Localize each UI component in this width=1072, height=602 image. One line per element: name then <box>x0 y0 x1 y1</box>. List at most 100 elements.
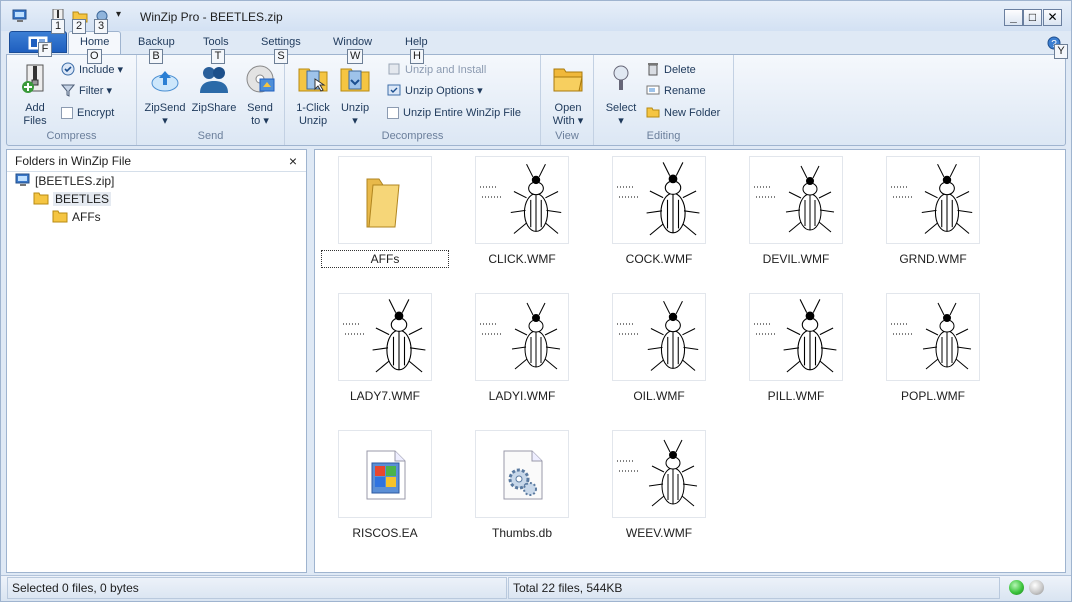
tree-item-beetles-label: BEETLES <box>53 192 112 206</box>
app-icon[interactable] <box>12 9 28 23</box>
file-thumbnail[interactable] <box>475 293 569 381</box>
close-button[interactable]: ✕ <box>1043 9 1062 26</box>
zipsend-button[interactable]: ZipSend ▾ <box>143 63 187 128</box>
window-title: WinZip Pro - BEETLES.zip <box>140 10 283 24</box>
zipsend-dropdown-icon[interactable]: ▾ <box>143 115 187 128</box>
tree-item-affs[interactable]: AFFs <box>52 208 101 226</box>
encrypt-checkbox-box[interactable] <box>61 107 73 119</box>
beetle-thumbnail-image <box>617 300 699 371</box>
tree-item-affs-label: AFFs <box>72 210 101 224</box>
status-led-gray <box>1029 580 1044 595</box>
tree-item-zip[interactable]: [BEETLES.zip] <box>15 172 114 190</box>
file-name-label: Thumbs.db <box>491 526 553 540</box>
compress-group: Add Files Include ▾ Filter ▾ Encrypt Com… <box>7 55 137 145</box>
unzip-options-button[interactable]: Unzip Options ▾ <box>387 82 483 100</box>
file-item[interactable]: OIL.WMF <box>597 293 717 423</box>
tab-tools[interactable]: Tools <box>203 36 229 48</box>
delete-button[interactable]: Delete <box>646 61 696 79</box>
unzip-and-install-button[interactable]: Unzip and Install <box>387 61 486 79</box>
beetle-thumbnail-image <box>617 439 698 507</box>
tab-home-label[interactable]: Home <box>80 36 109 48</box>
tree-item-beetles[interactable]: BEETLES <box>33 190 112 208</box>
tab-help[interactable]: Help <box>405 36 428 48</box>
file-name-label: LADY7.WMF <box>349 389 420 403</box>
keytip-2: 2 <box>72 19 86 34</box>
file-item[interactable]: PILL.WMF <box>734 293 854 423</box>
filter-icon <box>61 84 75 97</box>
unzip-dropdown-icon[interactable]: ▾ <box>335 115 375 128</box>
file-thumbnail[interactable] <box>475 156 569 244</box>
unzip-and-install-label: Unzip and Install <box>405 64 487 76</box>
zipshare-label: ZipShare <box>191 102 237 114</box>
filter-button[interactable]: Filter ▾ <box>61 82 112 100</box>
zipshare-button[interactable]: ZipShare <box>190 63 238 115</box>
file-name-label: WEEV.WMF <box>625 526 693 540</box>
select-dropdown-icon[interactable]: ▾ <box>599 115 643 128</box>
add-files-label-2: Files <box>23 115 47 127</box>
decompress-group: 1-Click Unzip Unzip ▾ Unzip and Install … <box>285 55 541 145</box>
tab-backup[interactable]: Backup <box>138 36 175 48</box>
file-name-label: CLICK.WMF <box>488 252 556 266</box>
file-item[interactable]: LADYI.WMF <box>460 293 580 423</box>
select-icon <box>613 65 629 90</box>
file-thumbnail[interactable] <box>612 293 706 381</box>
file-thumbnail[interactable] <box>475 430 569 518</box>
file-name-label: RISCOS.EA <box>352 526 418 540</box>
file-thumbnail[interactable] <box>749 293 843 381</box>
file-item[interactable]: GRND.WMF <box>871 156 991 286</box>
unzip-button[interactable]: Unzip ▾ <box>335 63 375 128</box>
unzip-entire-checkbox-box[interactable] <box>387 107 399 119</box>
new-folder-button[interactable]: New Folder <box>646 104 720 122</box>
file-thumbnail[interactable] <box>612 156 706 244</box>
beetle-thumbnail-image <box>343 299 426 373</box>
send-to-label-2: to <box>251 115 261 127</box>
tree-item-zip-label: [BEETLES.zip] <box>35 174 115 188</box>
file-item[interactable]: DEVIL.WMF <box>734 156 854 286</box>
tab-window[interactable]: Window <box>333 36 372 48</box>
zipshare-icon <box>200 67 228 93</box>
file-thumbnail[interactable] <box>338 156 432 244</box>
one-click-unzip-label-2: Unzip <box>298 115 328 127</box>
view-group: Open With ▾ View <box>541 55 594 145</box>
send-group: ZipSend ▾ ZipShare Send to ▾ Send <box>137 55 285 145</box>
open-with-button[interactable]: Open With ▾ <box>546 63 590 128</box>
add-files-button[interactable]: Add Files <box>13 63 57 128</box>
file-item[interactable]: LADY7.WMF <box>323 293 443 423</box>
maximize-button[interactable]: □ <box>1023 9 1042 26</box>
select-button[interactable]: Select ▾ <box>599 63 643 128</box>
file-thumbnail[interactable] <box>886 293 980 381</box>
file-item[interactable]: COCK.WMF <box>597 156 717 286</box>
keytip-3: 3 <box>94 19 108 34</box>
beetle-thumbnail-image <box>480 163 562 234</box>
unzip-entire-checkbox[interactable]: Unzip Entire WinZip File <box>387 104 521 122</box>
file-item[interactable]: WEEV.WMF <box>597 430 717 560</box>
folders-pane-close-button[interactable]: × <box>286 153 300 169</box>
file-thumbnail[interactable] <box>338 430 432 518</box>
tab-settings[interactable]: Settings <box>261 36 301 48</box>
minimize-button[interactable]: _ <box>1004 9 1023 26</box>
file-item[interactable]: CLICK.WMF <box>460 156 580 286</box>
keytip-h: H <box>410 49 424 64</box>
keytip-y: Y <box>1054 44 1068 59</box>
file-thumbnail[interactable] <box>612 430 706 518</box>
folders-pane-title: Folders in WinZip File <box>15 154 132 168</box>
customize-quick-access-icon[interactable]: ▾ <box>116 9 121 20</box>
include-icon <box>61 62 75 76</box>
file-item[interactable]: POPL.WMF <box>871 293 991 423</box>
unzip-entire-label: Unzip Entire WinZip File <box>403 107 521 119</box>
encrypt-checkbox[interactable]: Encrypt <box>61 104 114 122</box>
keytip-f: F <box>38 42 52 57</box>
file-thumbnail[interactable] <box>749 156 843 244</box>
send-to-button[interactable]: Send to ▾ <box>240 63 280 128</box>
file-name-label: COCK.WMF <box>625 252 693 266</box>
one-click-unzip-button[interactable]: 1-Click Unzip <box>291 63 335 128</box>
file-thumbnail[interactable] <box>886 156 980 244</box>
file-item[interactable]: RISCOS.EA <box>323 430 443 560</box>
keytip-o: O <box>87 49 102 64</box>
file-thumbnail[interactable] <box>338 293 432 381</box>
filter-label: Filter <box>79 85 104 97</box>
file-item[interactable]: Thumbs.db <box>460 430 580 560</box>
file-item[interactable]: AFFs <box>321 156 449 286</box>
rename-button[interactable]: Rename <box>646 82 706 100</box>
keytip-s: S <box>274 49 288 64</box>
